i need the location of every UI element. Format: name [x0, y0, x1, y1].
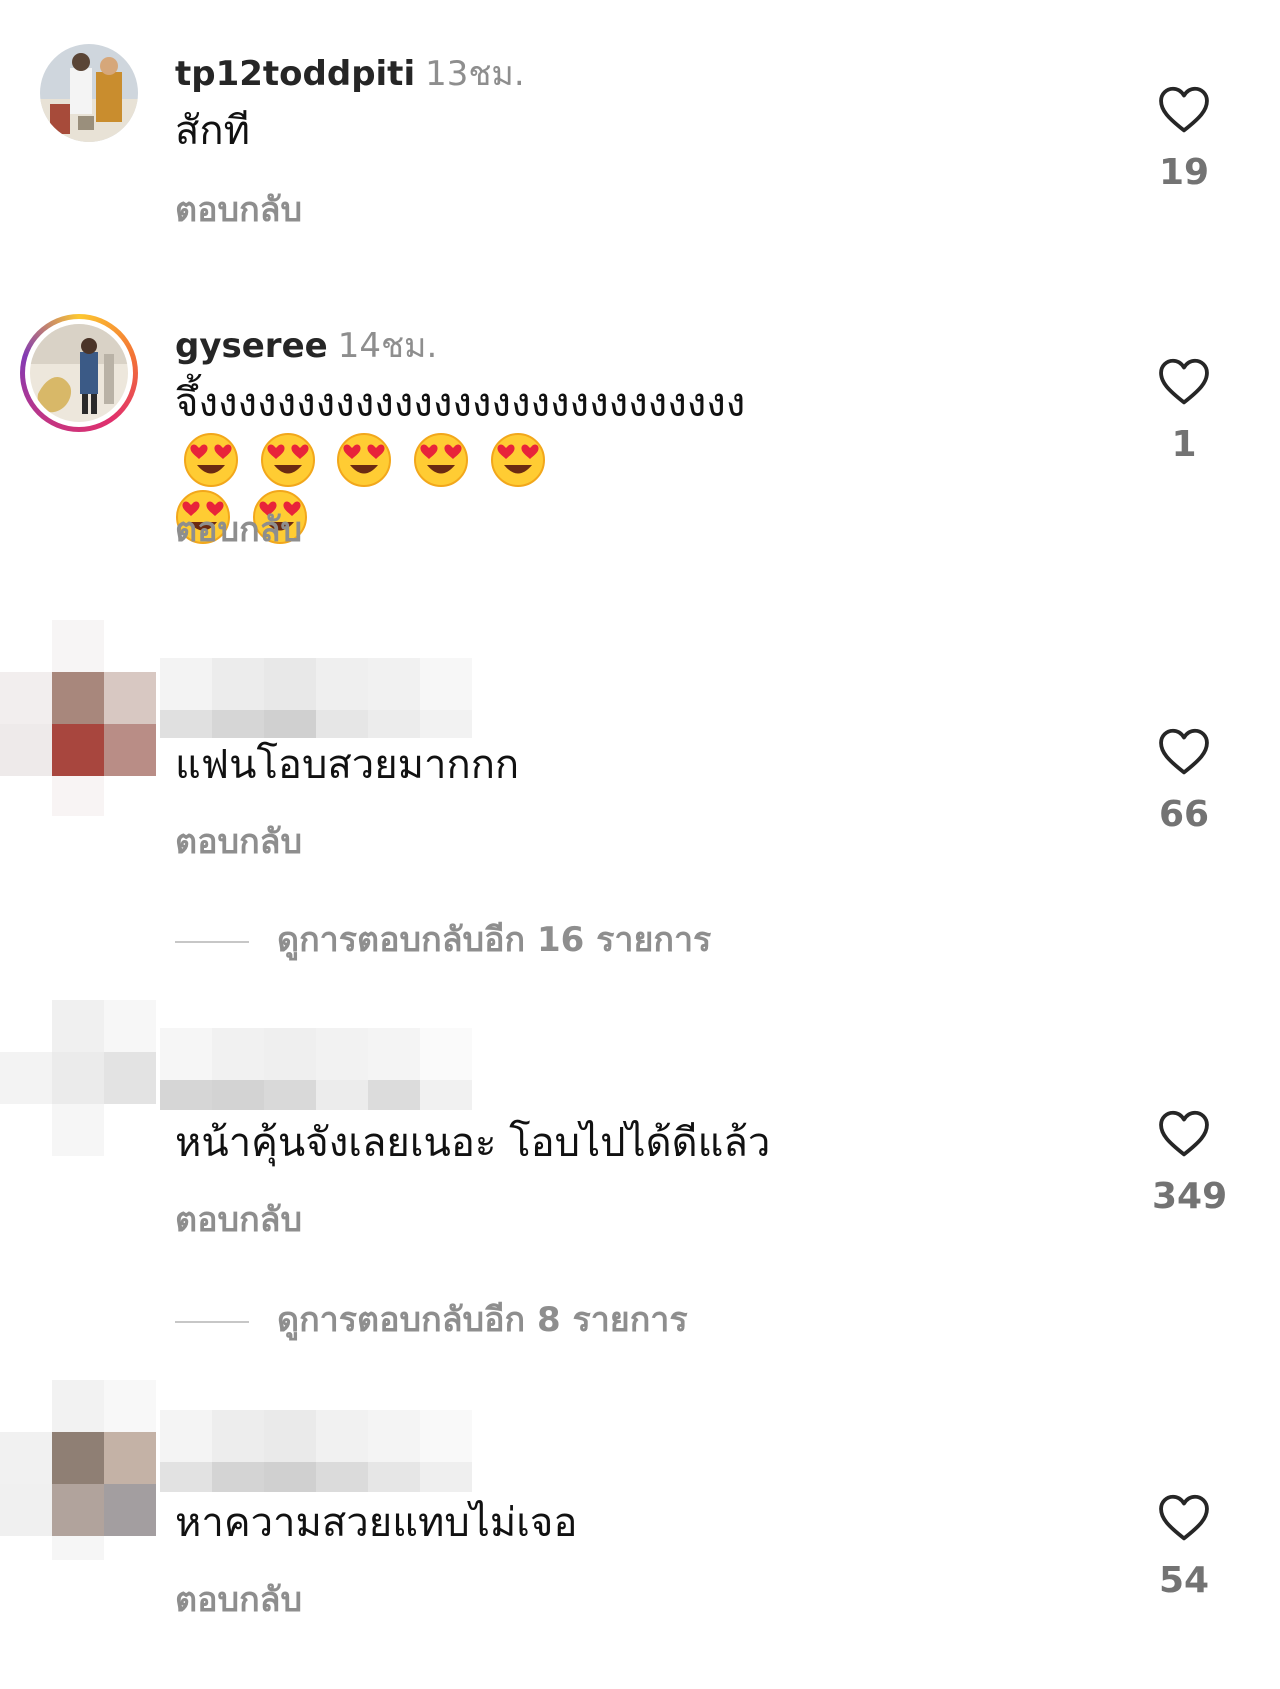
comment-item: gyseree 14ชม. จึ้งงงงงงงงงงงงงงงงงงงงงงงง… [0, 280, 1280, 580]
heart-icon[interactable] [1157, 356, 1211, 406]
avatar[interactable] [40, 44, 138, 142]
avatar-pixelated[interactable] [0, 1380, 160, 1560]
like-group: 54 [1152, 1492, 1216, 1601]
comment-text: หน้าคุ้นจังเลยเนอะ โอบไปได้ดีแล้ว [175, 1120, 771, 1166]
heart-icon[interactable] [1157, 1492, 1211, 1542]
like-group: 66 [1152, 726, 1216, 835]
like-count: 349 [1152, 1176, 1228, 1217]
view-replies-label[interactable]: ดูการตอบกลับอีก 16 รายการ [277, 920, 711, 960]
reply-button[interactable]: ตอบกลับ [175, 1572, 302, 1626]
username-pixelated[interactable] [160, 1028, 472, 1110]
heart-icon[interactable] [1157, 1108, 1211, 1158]
like-group: 19 [1152, 84, 1216, 193]
like-count: 19 [1158, 152, 1210, 193]
comment-time: 14ชม. [337, 326, 438, 366]
username[interactable]: tp12toddpiti 13ชม. [175, 46, 525, 100]
comment-item: แฟนโอบสวยมากกก ตอบกลับ 66 ดูการตอบกลับอี… [0, 620, 1280, 980]
story-ring[interactable] [20, 314, 138, 432]
comment-text: แฟนโอบสวยมากกก [175, 742, 520, 788]
username-text[interactable]: tp12toddpiti [175, 54, 415, 94]
like-count: 66 [1158, 794, 1210, 835]
heart-eyes-emoji-icon [184, 432, 238, 487]
comment-time: 13ชม. [425, 54, 525, 94]
username-pixelated[interactable] [160, 658, 472, 740]
comment-text: จึ้งงงงงงงงงงงงงงงงงงงงงงงงงงงง [175, 376, 1095, 545]
heart-eyes-emoji-icon [414, 432, 469, 487]
comment-item: หน้าคุ้นจังเลยเนอะ โอบไปได้ดีแล้ว ตอบกลั… [0, 1000, 1280, 1360]
reply-button[interactable]: ตอบกลับ [175, 182, 302, 236]
comment-item: tp12toddpiti 13ชม. สักที ตอบกลับ 19 [0, 0, 1280, 280]
avatar[interactable] [30, 324, 128, 422]
heart-eyes-emoji-icon [260, 432, 315, 487]
avatar-pixelated[interactable] [0, 1000, 160, 1190]
like-count: 1 [1171, 424, 1197, 465]
avatar-pixelated[interactable] [0, 620, 160, 820]
divider-line [175, 940, 249, 943]
like-group: 1 [1152, 356, 1216, 465]
divider-line [175, 1320, 249, 1323]
reply-button[interactable]: ตอบกลับ [175, 502, 302, 556]
heart-eyes-emoji-icon [337, 432, 392, 487]
username-pixelated[interactable] [160, 1410, 472, 1492]
view-replies-button[interactable]: ดูการตอบกลับอีก 8 รายการ [175, 1292, 688, 1346]
reply-button[interactable]: ตอบกลับ [175, 814, 302, 868]
comment-item: หาความสวยแทบไม่เจอ ตอบกลับ 54 [0, 1380, 1280, 1680]
comment-text-body: จึ้งงงงงงงงงงงงงงงงงงงงงงงงงงงง [175, 380, 746, 426]
heart-icon[interactable] [1157, 726, 1211, 776]
reply-button[interactable]: ตอบกลับ [175, 1192, 302, 1246]
comment-text: หาความสวยแทบไม่เจอ [175, 1500, 578, 1546]
heart-eyes-emoji-icon [490, 432, 545, 487]
heart-icon[interactable] [1157, 84, 1211, 134]
like-group: 349 [1152, 1108, 1228, 1217]
view-replies-button[interactable]: ดูการตอบกลับอีก 16 รายการ [175, 912, 711, 966]
view-replies-label[interactable]: ดูการตอบกลับอีก 8 รายการ [277, 1300, 688, 1340]
comment-text: สักที [175, 108, 250, 154]
emoji-group [175, 431, 546, 488]
like-count: 54 [1158, 1560, 1210, 1601]
username-text[interactable]: gyseree [175, 326, 328, 366]
username[interactable]: gyseree 14ชม. [175, 318, 437, 372]
